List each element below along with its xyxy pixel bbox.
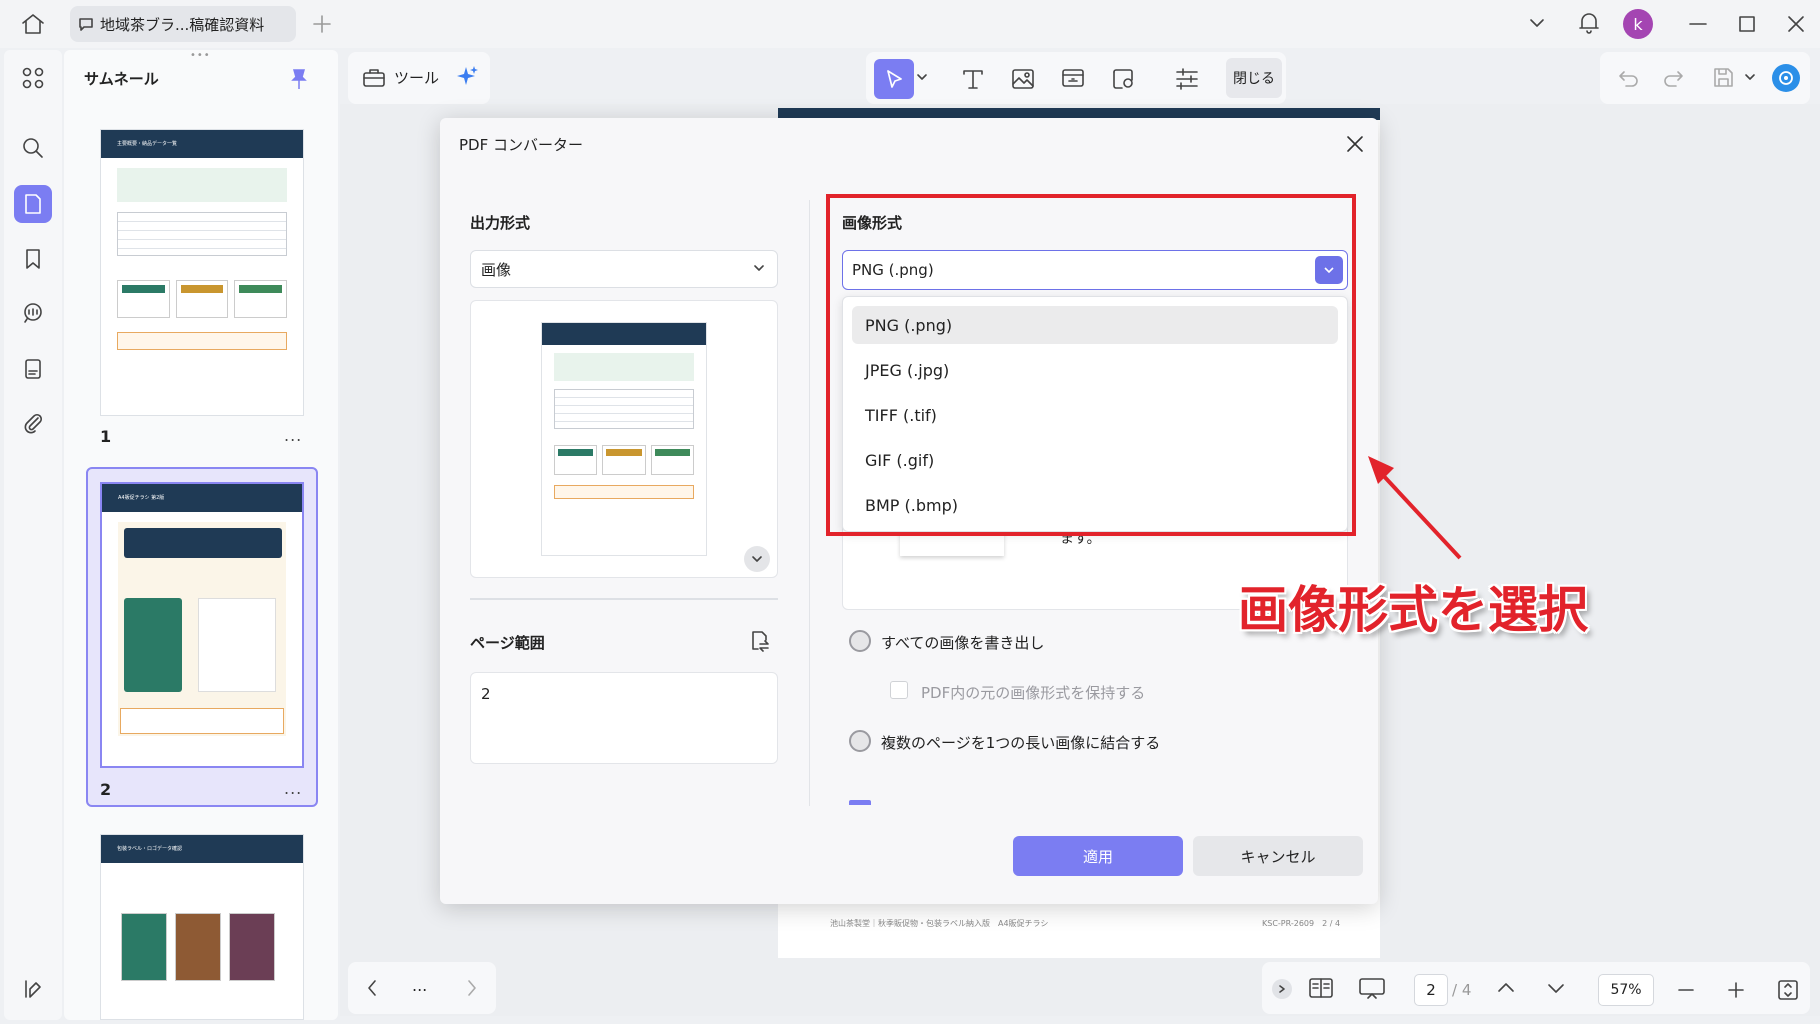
zoom-level[interactable]: 57%: [1598, 974, 1654, 1006]
pin-icon[interactable]: [289, 68, 309, 90]
search-icon[interactable]: [14, 129, 52, 167]
save-icon[interactable]: [1712, 66, 1734, 88]
page-range-input[interactable]: 2: [470, 672, 778, 764]
home-icon[interactable]: [20, 12, 46, 36]
highlight-box: [826, 194, 1356, 536]
chevron-down-icon[interactable]: [1744, 72, 1756, 82]
page-total: / 4: [1452, 981, 1472, 999]
ai-assistant-icon[interactable]: [1772, 64, 1800, 92]
page-down-icon[interactable]: [1546, 982, 1566, 996]
close-window-icon[interactable]: [1786, 14, 1806, 34]
preview-page: [541, 322, 707, 556]
clipped-checkbox[interactable]: [849, 800, 871, 805]
close-icon[interactable]: [1342, 131, 1368, 157]
comment-icon: [79, 18, 93, 31]
tab-title: 地域茶ブラ...稿確認資料: [100, 15, 265, 34]
tools-button[interactable]: ツール: [362, 66, 439, 88]
page-number-2: 2: [100, 780, 112, 799]
page-thumbnail-2[interactable]: A4販促チラシ 第2版: [100, 482, 304, 768]
apps-icon[interactable]: [14, 59, 52, 97]
dialog-title: PDF コンバーター: [459, 136, 583, 154]
next-icon[interactable]: [464, 978, 480, 998]
document-footer-right: KSC-PR-2609 2 / 4: [1262, 919, 1341, 928]
keep-format-label: PDF内の元の画像形式を保持する: [921, 684, 1146, 702]
sidebar-toggle-icon[interactable]: [14, 970, 52, 1008]
cancel-button[interactable]: キャンセル: [1193, 836, 1363, 876]
stamp-tool-icon[interactable]: [1110, 66, 1136, 92]
output-format-select[interactable]: 画像: [470, 250, 778, 288]
expand-icon[interactable]: [1272, 979, 1292, 999]
text-tool-icon[interactable]: [960, 66, 986, 92]
page-layout-icon[interactable]: [1308, 976, 1334, 1000]
page-menu-1[interactable]: ...: [284, 426, 302, 445]
panel-grip[interactable]: •••: [190, 50, 211, 61]
minimize-icon[interactable]: [1688, 14, 1708, 34]
ai-sparkle-icon[interactable]: [454, 64, 480, 90]
fit-page-icon[interactable]: [1776, 978, 1800, 1002]
output-format-label: 出力形式: [470, 214, 531, 232]
presentation-icon[interactable]: [1358, 976, 1386, 1000]
maximize-icon[interactable]: [1737, 14, 1757, 34]
bookmark-icon[interactable]: [14, 240, 52, 278]
avatar[interactable]: k: [1623, 9, 1653, 39]
settings-sliders-icon[interactable]: [1174, 66, 1200, 92]
link-tool-icon[interactable]: [1060, 66, 1086, 92]
keep-format-checkbox[interactable]: [890, 681, 908, 699]
page-number-1: 1: [100, 427, 112, 446]
close-edit-button[interactable]: 閉じる: [1226, 58, 1282, 98]
page-menu-2[interactable]: ...: [284, 779, 302, 798]
document-footer-left: 池山茶製堂｜秋季販促物・包装ラベル納入版 A4販促チラシ: [830, 919, 1049, 928]
bell-icon[interactable]: [1577, 10, 1601, 36]
callout-text: 画像形式を選択: [1238, 581, 1588, 639]
cursor-icon: [887, 70, 902, 88]
prev-icon[interactable]: [364, 978, 380, 998]
export-all-label: すべての画像を書き出し: [881, 634, 1045, 652]
page-up-icon[interactable]: [1496, 980, 1516, 994]
page-number-input[interactable]: 2: [1414, 974, 1448, 1006]
tools-label: ツール: [394, 68, 440, 87]
page-range-swap-icon[interactable]: [748, 629, 772, 653]
document-tab[interactable]: 地域茶ブラ...稿確認資料: [70, 6, 296, 42]
select-tool-button[interactable]: [874, 59, 914, 99]
chevron-down-icon: [752, 262, 766, 274]
form-icon[interactable]: [14, 350, 52, 388]
column-divider: [809, 200, 810, 806]
thumb-heading: 包装ラベル・ロゴデータ確認: [117, 846, 183, 852]
output-format-value: 画像: [481, 260, 512, 279]
zoom-in-icon[interactable]: [1726, 980, 1746, 1000]
page-thumbnail-1[interactable]: 主要概要・納品データ一覧: [100, 129, 304, 416]
redo-icon[interactable]: [1662, 68, 1684, 88]
zoom-out-icon[interactable]: [1676, 980, 1696, 1000]
apply-button[interactable]: 適用: [1013, 836, 1183, 876]
arrow-icon: [1368, 456, 1462, 560]
attachment-icon[interactable]: [14, 404, 52, 442]
undo-icon[interactable]: [1618, 68, 1640, 88]
divider: [470, 598, 778, 600]
comment-icon[interactable]: [14, 294, 52, 332]
preview-expand-icon[interactable]: [744, 546, 770, 572]
chevron-down-icon[interactable]: [1528, 16, 1546, 30]
merge-pages-label: 複数のページを1つの長い画像に結合する: [881, 734, 1161, 752]
merge-pages-radio[interactable]: [849, 730, 871, 752]
image-tool-icon[interactable]: [1010, 66, 1036, 92]
toolbox-icon: [363, 69, 385, 87]
page-range-label: ページ範囲: [470, 634, 545, 652]
new-tab-icon[interactable]: [312, 14, 332, 34]
export-all-radio[interactable]: [849, 630, 871, 652]
more-button[interactable]: ...: [412, 976, 427, 995]
chevron-down-icon[interactable]: [916, 72, 928, 82]
thumb-heading: A4販促チラシ 第2版: [118, 495, 165, 501]
thumbnail-icon[interactable]: [14, 185, 52, 223]
panel-title: サムネール: [84, 70, 159, 88]
thumb-heading: 主要概要・納品データ一覧: [117, 141, 178, 147]
page-thumbnail-3[interactable]: 包装ラベル・ロゴデータ確認: [100, 834, 304, 1020]
